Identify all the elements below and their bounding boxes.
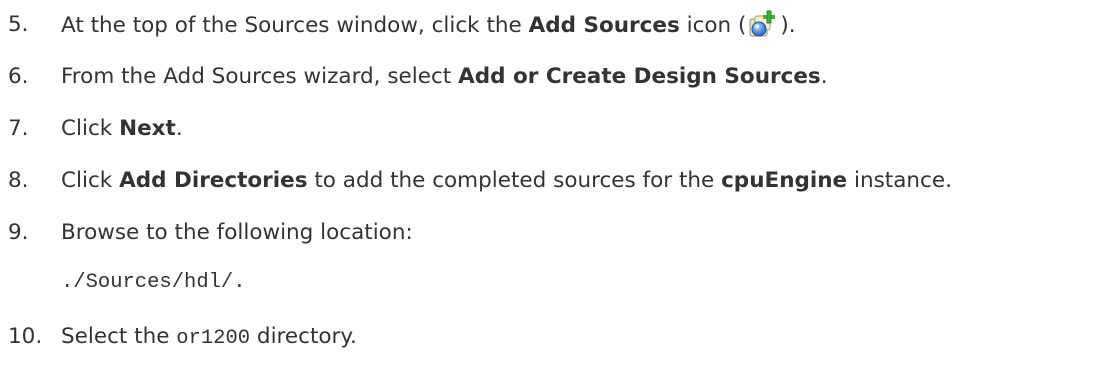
step-number: 5.	[8, 12, 29, 37]
ui-term-next: Next	[119, 116, 176, 141]
step-text: Select the or1200 directory.	[61, 324, 357, 350]
step-text: Browse to the following location:	[61, 220, 413, 245]
step-text: Click Add Directories to add the complet…	[61, 168, 952, 193]
step-number: 8.	[8, 168, 29, 193]
instruction-document: 5. At the top of the Sources window, cli…	[0, 0, 1108, 389]
step-number: 9.	[8, 220, 29, 245]
step-text: From the Add Sources wizard, select Add …	[61, 64, 828, 89]
step-text: At the top of the Sources window, click …	[61, 10, 796, 41]
ui-term-cpuengine: cpuEngine	[721, 168, 848, 193]
file-path: ./Sources/hdl/.	[61, 271, 246, 294]
step-number: 6.	[8, 64, 29, 89]
ui-term-add-sources: Add Sources	[528, 13, 680, 38]
step-number: 10.	[8, 324, 43, 349]
ui-term-add-directories: Add Directories	[119, 168, 308, 193]
add-sources-icon	[748, 10, 778, 40]
directory-name: or1200	[176, 327, 251, 350]
ui-term-add-or-create-design-sources: Add or Create Design Sources	[458, 64, 821, 89]
step-number: 7.	[8, 116, 29, 141]
step-text: Click Next.	[61, 116, 183, 141]
